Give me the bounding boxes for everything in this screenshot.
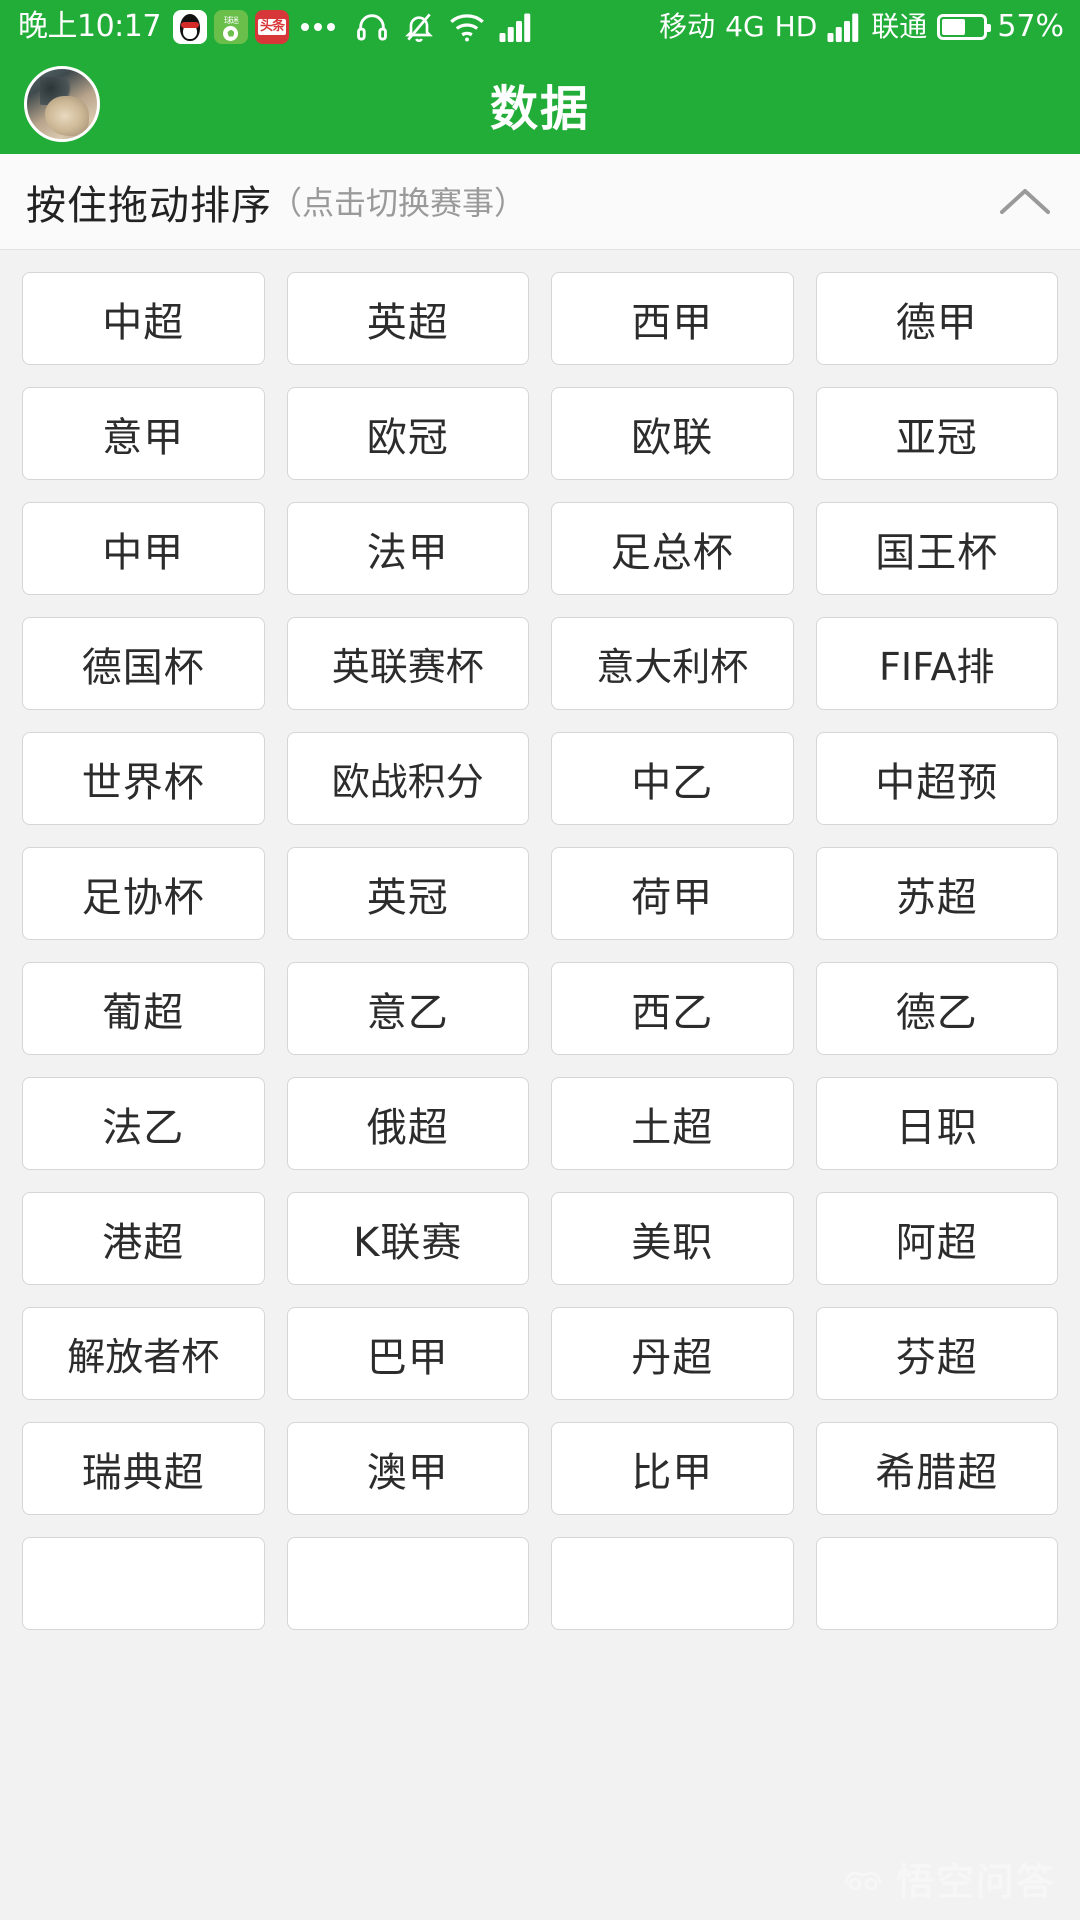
league-cell[interactable]: 美职 [551, 1192, 794, 1285]
qq-icon [172, 10, 207, 44]
league-cell[interactable]: 土超 [551, 1077, 794, 1170]
collapse-toggle[interactable] [996, 173, 1054, 231]
league-cell[interactable]: 港超 [22, 1192, 265, 1285]
league-cell[interactable]: 西乙 [551, 962, 794, 1055]
carrier-primary-label: 移动 [659, 10, 716, 43]
league-grid-area: 中超 英超 西甲 德甲意甲 欧冠 欧联 亚冠中甲 法甲 足总杯 国王杯德国杯 英联赛杯 意大利杯 FIF… [0, 250, 1080, 1919]
league-cell[interactable]: 丹超 [551, 1307, 794, 1400]
league-cell[interactable]: 英超 [286, 272, 529, 365]
league-cell[interactable] [286, 1537, 529, 1630]
league-cell[interactable]: 国王杯 [815, 502, 1058, 595]
league-cell[interactable]: 澳甲 [286, 1422, 529, 1515]
hd-label: HD [774, 10, 818, 43]
football-app-icon: 球迷 [213, 10, 248, 44]
network-type-label: 4G [725, 10, 765, 43]
league-cell[interactable]: 比甲 [551, 1422, 794, 1515]
league-cell[interactable]: 意乙 [286, 962, 529, 1055]
league-grid: 中超 英超 西甲 德甲意甲 欧冠 欧联 亚冠中甲 法甲 足总杯 国王杯德国杯 英联赛杯 意大利杯 FIF… [22, 272, 1058, 1630]
league-cell[interactable]: 西甲 [551, 272, 794, 365]
league-cell[interactable]: 德国杯 [22, 617, 265, 710]
sort-hint-bar[interactable]: 按住拖动排序 （点击切换赛事） [0, 154, 1080, 250]
league-cell[interactable]: 欧冠 [286, 387, 529, 480]
battery-icon [937, 14, 992, 40]
league-cell[interactable] [815, 1537, 1058, 1630]
league-cell[interactable]: 巴甲 [286, 1307, 529, 1400]
league-cell[interactable]: 足总杯 [551, 502, 794, 595]
league-cell[interactable]: 法乙 [22, 1077, 265, 1170]
league-cell[interactable]: 欧联 [551, 387, 794, 480]
league-cell[interactable]: 瑞典超 [22, 1422, 265, 1515]
chevron-up-icon [1000, 188, 1050, 214]
sort-hint-subtitle: （点击切换赛事） [270, 183, 527, 222]
league-cell[interactable]: 解放者杯 [22, 1307, 265, 1400]
battery-percent-label: 57% [997, 9, 1064, 44]
league-cell[interactable]: 世界杯 [22, 732, 265, 825]
league-cell[interactable]: 俄超 [286, 1077, 529, 1170]
status-bar-app-icons: 球迷 头条 [172, 10, 289, 44]
league-cell[interactable]: 中超 [22, 272, 265, 365]
status-time: 晚上10:17 [18, 9, 161, 44]
league-cell[interactable]: 英冠 [286, 847, 529, 940]
league-cell[interactable]: 希腊超 [815, 1422, 1058, 1515]
league-cell[interactable]: K联赛 [286, 1192, 529, 1285]
status-bar-system-icons [355, 10, 533, 44]
sort-hint-title: 按住拖动排序 [26, 182, 272, 229]
league-cell[interactable]: FIFA排 [815, 617, 1058, 710]
league-cell[interactable]: 日职 [815, 1077, 1058, 1170]
status-bar-right-cluster: 移动 4G HD 联通 57% [659, 12, 1064, 42]
bell-muted-icon [405, 13, 433, 42]
signal-bars-secondary-icon [827, 13, 859, 42]
league-cell[interactable]: 苏超 [815, 847, 1058, 940]
league-cell[interactable]: 欧战积分 [286, 732, 529, 825]
page-root: 晚上10:17 球迷 头条 移动 4G HD 联通 57% 数据 按住拖动排序 … [0, 0, 1080, 1920]
league-cell[interactable] [551, 1537, 794, 1630]
league-cell[interactable]: 荷甲 [551, 847, 794, 940]
app-header: 数据 [0, 54, 1080, 154]
avatar[interactable] [24, 66, 100, 142]
signal-bars-icon [499, 13, 531, 42]
league-cell[interactable]: 法甲 [286, 502, 529, 595]
league-cell[interactable]: 足协杯 [22, 847, 265, 940]
toutiao-icon: 头条 [254, 10, 289, 44]
headset-icon [357, 14, 387, 41]
league-cell[interactable]: 德甲 [815, 272, 1058, 365]
wifi-icon [450, 14, 484, 42]
league-cell[interactable]: 亚冠 [815, 387, 1058, 480]
page-title: 数据 [489, 81, 590, 137]
league-cell[interactable]: 德乙 [815, 962, 1058, 1055]
league-cell[interactable]: 中超预 [815, 732, 1058, 825]
league-cell[interactable]: 意甲 [22, 387, 265, 480]
league-cell[interactable]: 中甲 [22, 502, 265, 595]
league-cell[interactable]: 葡超 [22, 962, 265, 1055]
league-cell[interactable]: 意大利杯 [551, 617, 794, 710]
league-cell[interactable] [22, 1537, 265, 1630]
league-cell[interactable]: 芬超 [815, 1307, 1058, 1400]
status-overflow-dots-icon [300, 23, 335, 31]
status-bar: 晚上10:17 球迷 头条 移动 4G HD 联通 57% [0, 0, 1080, 54]
league-cell[interactable]: 中乙 [551, 732, 794, 825]
carrier-secondary-label: 联通 [871, 10, 928, 43]
league-cell[interactable]: 英联赛杯 [286, 617, 529, 710]
league-cell[interactable]: 阿超 [815, 1192, 1058, 1285]
